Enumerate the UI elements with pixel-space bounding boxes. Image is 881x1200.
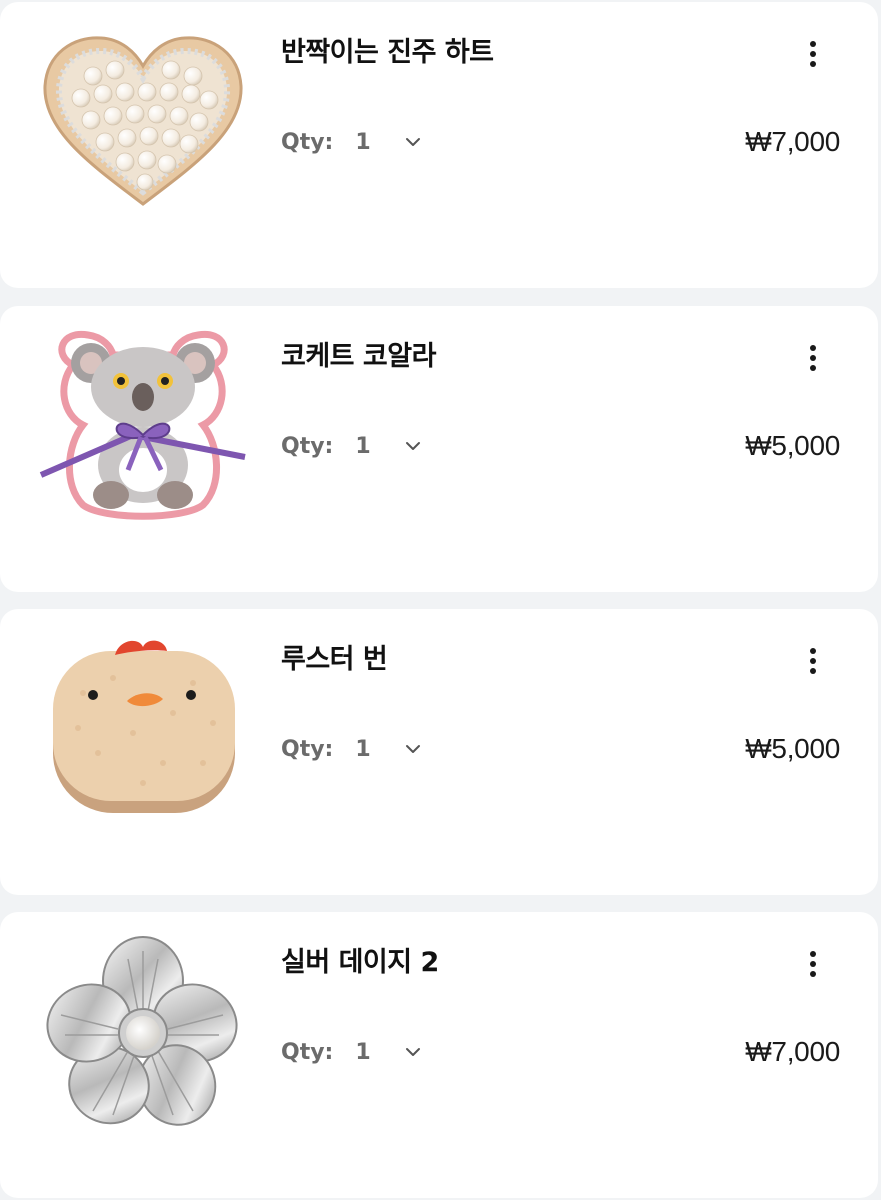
cart-item: 실버 데이지 2 Qty: 1 ₩7,000 (0, 912, 878, 1198)
product-image-pearl-heart[interactable] (28, 16, 258, 226)
cart-item-list: 반짝이는 진주 하트 Qty: 1 ₩7,000 코케트 코알라 Qty: 1 … (0, 0, 881, 1200)
more-options-icon[interactable] (798, 336, 828, 380)
quantity-row: Qty: 1 (281, 1032, 421, 1072)
qty-label: Qty: (281, 129, 334, 155)
pearl-heart-image (43, 36, 243, 206)
more-options-icon[interactable] (798, 32, 828, 76)
qty-value: 1 (355, 736, 371, 762)
chevron-down-icon (405, 745, 420, 753)
more-options-icon[interactable] (798, 639, 828, 683)
more-options-icon[interactable] (798, 942, 828, 986)
product-name[interactable]: 코케트 코알라 (281, 334, 436, 373)
chevron-down-icon (405, 1048, 420, 1056)
quantity-select[interactable]: 1 (355, 434, 420, 459)
cart-item: 루스터 번 Qty: 1 ₩5,000 (0, 609, 878, 895)
qty-value: 1 (355, 129, 371, 155)
product-name[interactable]: 실버 데이지 2 (281, 940, 439, 979)
item-price: ₩7,000 (745, 126, 840, 157)
quantity-select[interactable]: 1 (355, 1040, 420, 1065)
chevron-down-icon (405, 442, 420, 450)
item-price: ₩5,000 (745, 733, 840, 764)
chevron-down-icon (405, 138, 420, 146)
koala-image (39, 330, 246, 520)
item-price: ₩7,000 (745, 1036, 840, 1067)
qty-label: Qty: (281, 1039, 334, 1065)
product-name[interactable]: 반짝이는 진주 하트 (281, 30, 494, 69)
quantity-row: Qty: 1 (281, 122, 421, 162)
quantity-row: Qty: 1 (281, 426, 421, 466)
quantity-row: Qty: 1 (281, 729, 421, 769)
product-image-koala[interactable] (28, 320, 258, 530)
quantity-select[interactable]: 1 (355, 737, 420, 762)
silver-daisy-image (46, 936, 238, 1126)
rooster-bun-image (53, 640, 235, 813)
item-price: ₩5,000 (745, 430, 840, 461)
product-image-silver-daisy[interactable] (28, 926, 258, 1136)
cart-item: 반짝이는 진주 하트 Qty: 1 ₩7,000 (0, 2, 878, 288)
qty-label: Qty: (281, 433, 334, 459)
qty-label: Qty: (281, 736, 334, 762)
product-name[interactable]: 루스터 번 (281, 637, 388, 676)
qty-value: 1 (355, 433, 371, 459)
cart-item: 코케트 코알라 Qty: 1 ₩5,000 (0, 306, 878, 592)
quantity-select[interactable]: 1 (355, 130, 420, 155)
product-image-rooster-bun[interactable] (28, 623, 258, 833)
qty-value: 1 (355, 1039, 371, 1065)
